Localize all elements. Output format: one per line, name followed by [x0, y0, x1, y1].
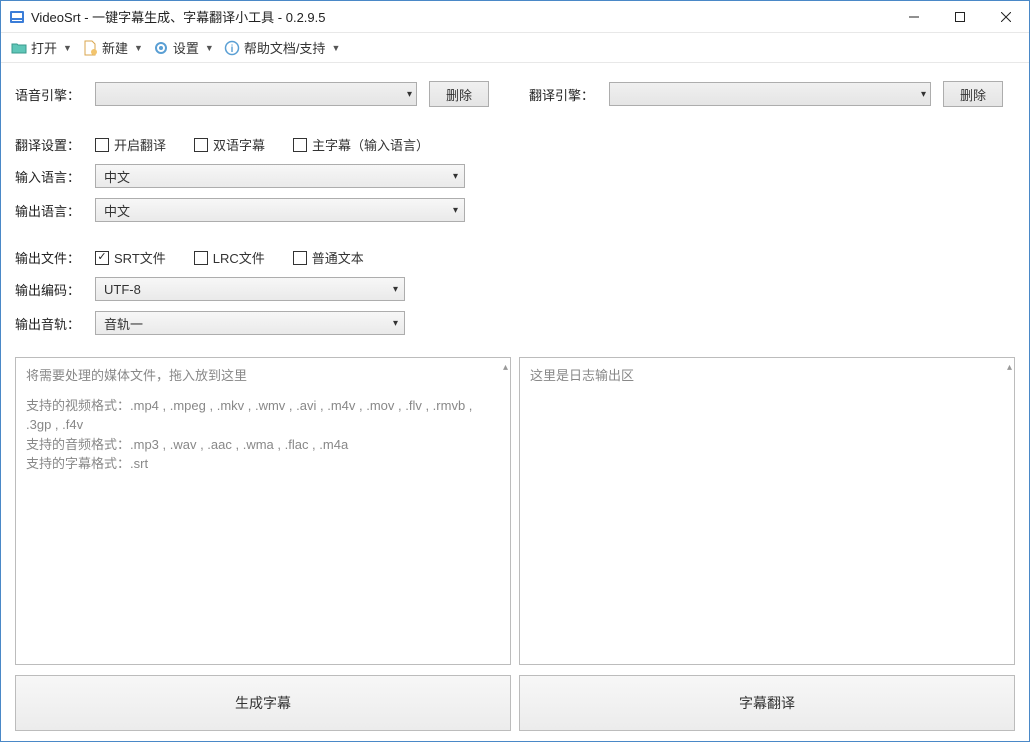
- output-track-select[interactable]: 音轨一▾: [95, 311, 405, 335]
- drop-hint-1: 将需要处理的媒体文件，拖入放到这里: [26, 366, 500, 386]
- maximize-button[interactable]: [937, 1, 983, 32]
- folder-open-icon: [11, 40, 27, 56]
- chevron-down-icon: ▾: [921, 89, 926, 100]
- chevron-down-icon: ▾: [393, 318, 398, 329]
- output-lang-select[interactable]: 中文▾: [95, 198, 465, 222]
- titlebar: VideoSrt - 一键字幕生成、字幕翻译小工具 - 0.2.9.5: [1, 1, 1029, 33]
- caret-down-icon: ▼: [63, 43, 72, 53]
- output-file-label: 输出文件：: [15, 248, 95, 267]
- close-button[interactable]: [983, 1, 1029, 32]
- checkbox-icon: [293, 138, 307, 152]
- settings-label: 设置: [173, 38, 199, 57]
- generate-sub-button[interactable]: 生成字幕: [15, 675, 511, 731]
- chevron-down-icon: ▾: [453, 171, 458, 182]
- output-encoding-select[interactable]: UTF-8▾: [95, 277, 405, 301]
- new-label: 新建: [102, 38, 128, 57]
- output-lang-label: 输出语言：: [15, 201, 95, 220]
- scroll-up-icon: ▴: [503, 360, 508, 375]
- translate-engine-delete-button[interactable]: 删除: [943, 81, 1003, 107]
- output-encoding-label: 输出编码：: [15, 280, 95, 299]
- speech-engine-label: 语音引擎：: [15, 85, 95, 104]
- txt-checkbox[interactable]: 普通文本: [293, 248, 364, 267]
- caret-down-icon: ▼: [205, 43, 214, 53]
- drop-hint-4: 支持的字幕格式：.srt: [26, 454, 500, 474]
- speech-engine-select[interactable]: ▾: [95, 82, 417, 106]
- log-text: 这里是日志输出区: [530, 366, 1004, 386]
- lrc-checkbox[interactable]: LRC文件: [194, 248, 265, 267]
- checkbox-icon: [194, 138, 208, 152]
- translate-sub-button[interactable]: 字幕翻译: [519, 675, 1015, 731]
- log-panel: ▴ 这里是日志输出区: [519, 357, 1015, 665]
- app-icon: [9, 9, 25, 25]
- window-title: VideoSrt - 一键字幕生成、字幕翻译小工具 - 0.2.9.5: [31, 7, 891, 26]
- checkbox-icon: [194, 251, 208, 265]
- chevron-down-icon: ▾: [393, 284, 398, 295]
- gear-icon: [153, 40, 169, 56]
- main-subtitle-checkbox[interactable]: 主字幕（输入语言）: [293, 135, 429, 154]
- help-label: 帮助文档/支持: [244, 38, 326, 57]
- bilingual-checkbox[interactable]: 双语字幕: [194, 135, 265, 154]
- chevron-down-icon: ▾: [407, 89, 412, 100]
- chevron-down-icon: ▾: [453, 205, 458, 216]
- media-drop-panel[interactable]: ▴ 将需要处理的媒体文件，拖入放到这里 支持的视频格式：.mp4 , .mpeg…: [15, 357, 511, 665]
- checkbox-icon: [293, 251, 307, 265]
- info-icon: i: [224, 40, 240, 56]
- minimize-button[interactable]: [891, 1, 937, 32]
- input-lang-select[interactable]: 中文▾: [95, 164, 465, 188]
- drop-hint-2: 支持的视频格式：.mp4 , .mpeg , .mkv , .wmv , .av…: [26, 396, 500, 435]
- new-menu[interactable]: 新建 ▼: [78, 35, 147, 60]
- translate-engine-select[interactable]: ▾: [609, 82, 931, 106]
- toolbar: 打开 ▼ 新建 ▼ 设置 ▼ i 帮助文档/支持 ▼: [1, 33, 1029, 63]
- speech-engine-delete-button[interactable]: 删除: [429, 81, 489, 107]
- settings-menu[interactable]: 设置 ▼: [149, 35, 218, 60]
- checkbox-checked-icon: [95, 251, 109, 265]
- enable-translate-checkbox[interactable]: 开启翻译: [95, 135, 166, 154]
- caret-down-icon: ▼: [134, 43, 143, 53]
- open-label: 打开: [31, 38, 57, 57]
- input-lang-label: 输入语言：: [15, 167, 95, 186]
- new-file-icon: [82, 40, 98, 56]
- svg-text:i: i: [230, 44, 233, 55]
- translate-settings-label: 翻译设置：: [15, 135, 95, 154]
- translate-engine-label: 翻译引擎：: [529, 85, 609, 104]
- output-track-label: 输出音轨：: [15, 314, 95, 333]
- open-menu[interactable]: 打开 ▼: [7, 35, 76, 60]
- drop-hint-3: 支持的音频格式：.mp3 , .wav , .aac , .wma , .fla…: [26, 435, 500, 455]
- srt-checkbox[interactable]: SRT文件: [95, 248, 166, 267]
- caret-down-icon: ▼: [331, 43, 340, 53]
- help-menu[interactable]: i 帮助文档/支持 ▼: [220, 35, 345, 60]
- checkbox-icon: [95, 138, 109, 152]
- scroll-up-icon: ▴: [1007, 360, 1012, 375]
